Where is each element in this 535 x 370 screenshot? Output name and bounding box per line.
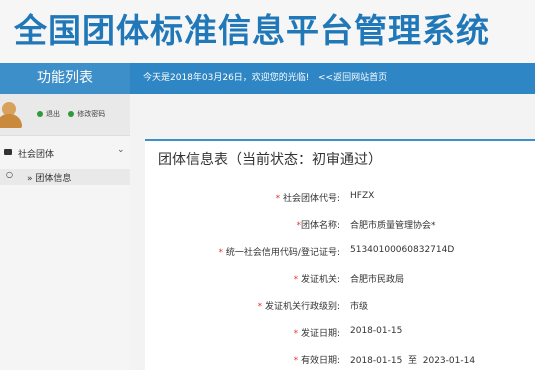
field-value: 合肥市质量管理协会* [350,221,436,231]
bullet-icon: ○ [6,170,13,179]
system-title: 全国团体标准信息平台管理系统 [14,11,490,50]
field-row-credit-code: * 统一社会信用代码/登记证号: 51340100060832714D [218,245,455,258]
field-value: 2018-01-15 至 2023-01-14 [350,356,476,366]
field-row-issuer-level: * 发证机关行政级别: 市级 [145,299,535,315]
field-row-name: *团体名称: 合肥市质量管理协会* [145,218,535,234]
field-label: 社会团体代号: [282,194,340,204]
welcome-message: 今天是2018年03月26日，欢迎您的光临! [143,73,310,83]
sidebar-group-social-organization[interactable]: 社会团体 ⌄ [0,145,130,163]
field-label: 发证日期: [300,329,340,339]
field-value: 合肥市民政局 [350,275,405,285]
avatar [0,102,22,128]
field-label: 发证机关: [300,275,340,285]
change-password-button[interactable]: 修改密码 [68,110,105,118]
logout-button[interactable]: 退出 [37,110,60,118]
field-label: 统一社会信用代码/登记证号: [225,248,340,258]
folder-icon [4,149,12,155]
chevron-down-icon: ⌄ [117,145,125,155]
sidebar-item-organization-info[interactable]: ○ » 团体信息 [0,169,130,185]
field-row-issuer: * 发证机关: 合肥市民政局 [145,272,535,288]
sidebar-group-label: 社会团体 [18,150,55,160]
field-value: HFZX [350,191,375,201]
field-value: 市级 [350,302,369,312]
field-row-issue-date: * 发证日期: 2018-01-15 [293,326,403,339]
status-dot-icon [68,111,75,117]
page-title: 团体信息表（当前状态：初审通过） [158,152,382,168]
function-list-title: 功能列表 [0,63,130,94]
field-row-valid-date: * 有效日期: 2018-01-15 至 2023-01-14 [145,353,535,369]
field-value: 51340100060832714D [350,245,455,255]
field-value: 2018-01-15 [350,326,403,336]
sidebar-item-label: » 团体信息 [27,174,72,184]
field-label: 团体名称: [300,221,340,231]
field-label: 发证机关行政级别: [264,302,340,312]
user-actions: 退出 修改密码 [37,109,111,119]
header-banner: 全国团体标准信息平台管理系统 [0,0,535,63]
field-label: 有效日期: [300,356,340,366]
back-to-home-link[interactable]: <<返回网站首页 [318,63,387,94]
status-dot-icon [37,111,43,117]
field-row-code: * 社会团体代号: HFZX [275,191,375,204]
